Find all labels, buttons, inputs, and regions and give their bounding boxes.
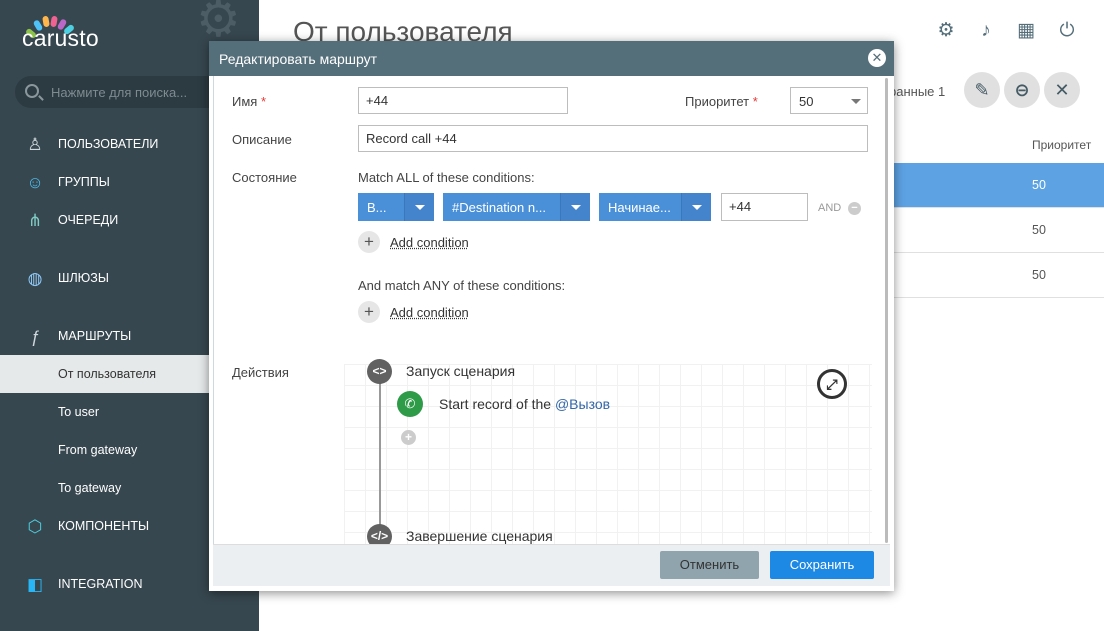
search-placeholder: Нажмите для поиска... (51, 85, 188, 100)
state-label: Состояние (232, 170, 297, 185)
code-icon: <> (367, 359, 392, 384)
flow-line (379, 381, 381, 544)
priority-cell: 50 (1032, 178, 1046, 192)
phone-record-icon[interactable]: ✆ (397, 391, 423, 417)
priority-cell: 50 (1032, 268, 1046, 282)
minus-circle-icon: ⊖ (1014, 80, 1030, 100)
dialog-title: Редактировать маршрут (219, 51, 378, 67)
sidebar-subitem-label: От пользователя (58, 367, 157, 381)
condition-value-field[interactable]: +44 (721, 193, 808, 221)
action-item[interactable]: Start record of the @Вызов (439, 396, 610, 412)
cube-icon: ⬡ (27, 517, 43, 536)
dialog-header: Редактировать маршрут ✕ (209, 41, 894, 76)
logo-text: carusto (22, 25, 99, 51)
chevron-down-icon (681, 193, 711, 221)
bell-icon[interactable]: ♪ (975, 20, 997, 42)
gear-decor-icon: ⚙ (196, 0, 241, 47)
queue-icon: ⋔ (27, 211, 43, 230)
priority-select[interactable]: 50 (790, 87, 868, 114)
group-icon: ☺ (26, 173, 44, 192)
edit-button[interactable]: ✎ (964, 72, 1000, 108)
add-any-condition-link[interactable]: Add condition (390, 305, 469, 320)
settings-icon[interactable]: ⚙ (935, 20, 957, 42)
priority-cell: 50 (1032, 223, 1046, 237)
sidebar-subitem-label: To user (58, 405, 99, 419)
disable-button[interactable]: ⊖ (1004, 72, 1040, 108)
sidebar-item-label: Группы (58, 175, 110, 189)
add-condition-link[interactable]: Add condition (390, 235, 469, 250)
script-end-label: Завершение сценария (406, 528, 553, 544)
table-row[interactable]: 50 (890, 208, 1104, 253)
script-start-label: Запуск сценария (406, 363, 516, 379)
sidebar-item-label: Шлюзы (58, 271, 109, 285)
and-label: AND (818, 202, 842, 214)
function-icon: ƒ (30, 327, 40, 346)
add-action-icon[interactable]: + (401, 430, 416, 445)
priority-label: Приоритет * (685, 94, 758, 109)
priority-value: 50 (799, 94, 814, 109)
dialog-footer: Отменить Сохранить (213, 544, 890, 586)
apps-grid-icon[interactable]: ▦ (1015, 20, 1037, 42)
expand-icon[interactable]: ⤢ (817, 369, 847, 399)
condition-field-select[interactable]: #Destination n... (443, 193, 590, 221)
table-row[interactable]: 50 (890, 163, 1104, 208)
match-any-text: And match ANY of these conditions: (358, 278, 566, 293)
code-end-icon: </> (367, 524, 392, 544)
script-canvas[interactable] (344, 364, 872, 544)
select-value: #Destination n... (452, 200, 546, 215)
remove-condition-icon[interactable]: − (848, 202, 861, 215)
save-button[interactable]: Сохранить (770, 551, 874, 579)
saved-count-text: ранные 1 (889, 84, 946, 99)
action-text: Start record of the (439, 396, 552, 412)
sidebar-item-label: Компоненты (58, 519, 150, 533)
actions-label: Действия (232, 365, 289, 380)
condition-operator-select[interactable]: Начинае... (599, 193, 711, 221)
sidebar-item-label: Integration (58, 577, 143, 591)
cancel-button[interactable]: Отменить (660, 551, 759, 579)
sidebar-item-label: Маршруты (58, 329, 132, 343)
column-header-priority[interactable]: Приоритет (1032, 138, 1091, 152)
sidebar-subitem-label: From gateway (58, 443, 138, 457)
select-value: Начинае... (608, 200, 671, 215)
chevron-down-icon (560, 193, 590, 221)
table-row[interactable]: 50 (890, 253, 1104, 298)
edit-route-dialog: Редактировать маршрут ✕ Имя * +44 Приори… (209, 41, 894, 591)
name-label: Имя * (232, 94, 267, 109)
description-label: Описание (232, 132, 292, 147)
dialog-body: Имя * +44 Приоритет * 50 Описание Record… (213, 76, 890, 544)
search-icon (25, 84, 39, 98)
pencil-icon: ✎ (974, 80, 990, 100)
sidebar-item-label: Очереди (58, 213, 119, 227)
delete-button[interactable]: ✕ (1044, 72, 1080, 108)
sidebar-item-label: Пользователи (58, 137, 159, 151)
power-icon[interactable]: ⏻ (1056, 20, 1078, 42)
description-field[interactable]: Record call +44 (358, 125, 868, 152)
add-condition-icon[interactable]: + (358, 231, 380, 253)
match-all-text: Match ALL of these conditions: (358, 170, 535, 185)
add-any-condition-icon[interactable]: + (358, 301, 380, 323)
condition-source-select[interactable]: В... (358, 193, 434, 221)
chevron-down-icon (404, 193, 434, 221)
close-dialog-button[interactable]: ✕ (868, 49, 886, 67)
user-icon: ♙ (27, 135, 43, 154)
logo[interactable]: carusto (22, 10, 132, 55)
name-field[interactable]: +44 (358, 87, 568, 114)
call-variable-link[interactable]: @Вызов (555, 396, 610, 412)
close-icon: ✕ (1054, 80, 1070, 100)
chevron-down-icon (851, 99, 861, 104)
scrollbar[interactable] (885, 78, 888, 543)
select-value: В... (367, 200, 387, 215)
sidebar-subitem-label: To gateway (58, 481, 122, 495)
integration-icon: ◧ (26, 575, 44, 594)
globe-icon: ◍ (27, 269, 43, 288)
